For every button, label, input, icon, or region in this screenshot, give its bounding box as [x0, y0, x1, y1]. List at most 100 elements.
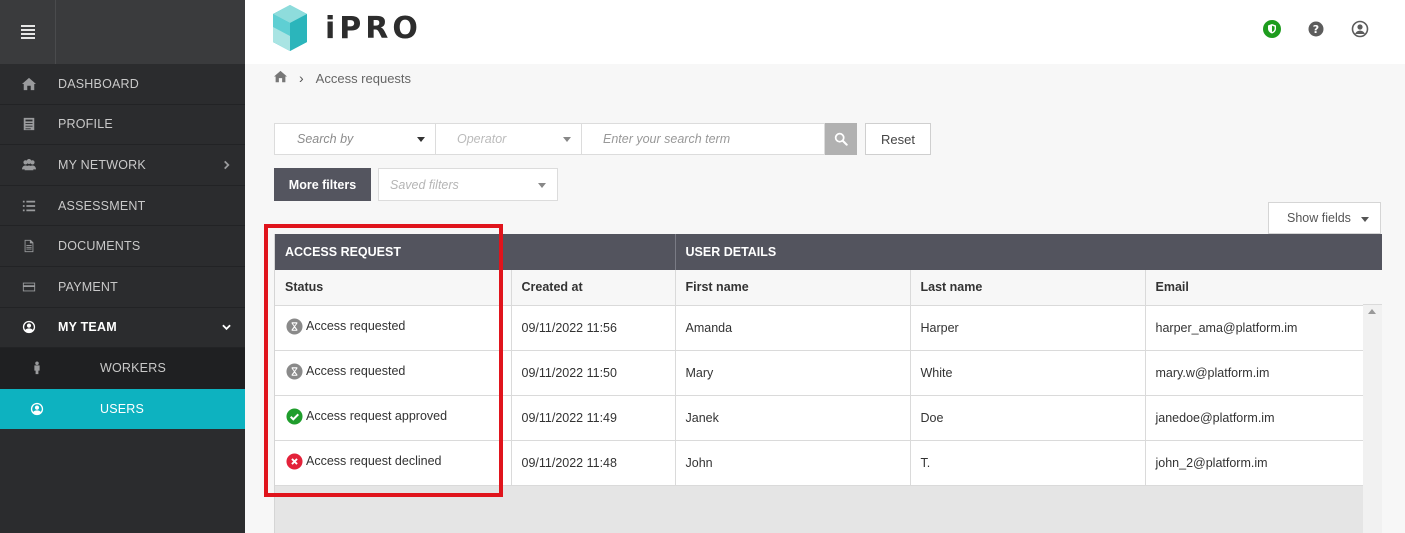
chevron-down-icon [222, 320, 231, 335]
caret-down-icon [417, 137, 425, 142]
ipro-logo-icon [273, 5, 307, 51]
sidebar-item-label: ASSESSMENT [58, 198, 146, 213]
card-icon [0, 280, 58, 294]
status-text: Access request approved [306, 409, 448, 423]
sidebar-item-label: MY NETWORK [58, 157, 146, 172]
status-text: Access requested [306, 319, 406, 333]
shield-status-icon[interactable] [1263, 20, 1281, 38]
breadcrumb-separator: › [299, 70, 304, 86]
hamburger-icon [20, 23, 35, 41]
created-at-cell: 09/11/2022 11:48 [511, 440, 676, 486]
account-icon[interactable] [1351, 20, 1369, 38]
sidebar-item-label: PROFILE [58, 117, 113, 132]
search-input[interactable]: Enter your search term [582, 123, 825, 155]
status-cell: Access request declined [275, 440, 512, 486]
sidebar-item-assessment[interactable]: ASSESSMENT [0, 186, 245, 227]
sidebar-item-documents[interactable]: DOCUMENTS [0, 226, 245, 267]
status-text: Access request declined [306, 454, 442, 468]
search-icon [834, 132, 848, 146]
table-header-filler [1363, 234, 1382, 305]
check-circle-icon [286, 407, 303, 425]
network-icon [0, 158, 58, 172]
saved-filters-value: Saved filters [390, 177, 459, 192]
reset-button[interactable]: Reset [865, 123, 931, 155]
sidebar-top [0, 0, 245, 64]
table-row[interactable]: Access request approved 09/11/2022 11:49… [275, 395, 1364, 441]
search-input-placeholder: Enter your search term [603, 132, 731, 146]
brand-logo[interactable]: iPRO [273, 5, 422, 51]
sidebar-item-dashboard[interactable]: DASHBOARD [0, 64, 245, 105]
brand-name: iPRO [325, 10, 422, 46]
status-cell: Access request approved [275, 395, 512, 441]
table-row[interactable]: Access requested 09/11/2022 11:50 Mary W… [275, 350, 1364, 396]
sidebar-item-label: MY TEAM [58, 320, 117, 335]
table-scrollbar[interactable] [1363, 305, 1382, 533]
created-at-cell: 09/11/2022 11:50 [511, 350, 676, 396]
more-filters-button[interactable]: More filters [274, 168, 371, 201]
caret-down-icon [1361, 217, 1369, 222]
last-name-cell: White [910, 350, 1146, 396]
first-name-cell: John [675, 440, 911, 486]
sidebar-item-payment[interactable]: PAYMENT [0, 267, 245, 308]
search-by-select[interactable]: Search by [274, 123, 436, 155]
sidebar-item-my-team[interactable]: MY TEAM [0, 308, 245, 349]
sidebar: DASHBOARD PROFILE MY NETWORK ASSESSMENT … [0, 0, 245, 533]
column-header-first-name[interactable]: First name [675, 270, 911, 306]
sidebar-item-workers[interactable]: WORKERS [0, 348, 245, 389]
saved-filters-select[interactable]: Saved filters [378, 168, 558, 201]
team-icon [0, 320, 58, 334]
email-cell: harper_ama@platform.im [1145, 305, 1364, 351]
hourglass-icon [286, 362, 303, 380]
help-icon[interactable]: ? [1307, 20, 1325, 38]
search-button[interactable] [825, 123, 857, 155]
table-row[interactable]: Access requested 09/11/2022 11:56 Amanda… [275, 305, 1364, 351]
created-at-cell: 09/11/2022 11:49 [511, 395, 676, 441]
column-header-last-name[interactable]: Last name [910, 270, 1146, 306]
sidebar-item-profile[interactable]: PROFILE [0, 105, 245, 146]
first-name-cell: Janek [675, 395, 911, 441]
table-row[interactable]: Access request declined 09/11/2022 11:48… [275, 440, 1364, 486]
status-cell: Access requested [275, 350, 512, 396]
breadcrumb: › Access requests [274, 70, 411, 86]
group-header-user-details: USER DETAILS [675, 234, 1364, 270]
sidebar-item-label: USERS [100, 402, 145, 417]
access-requests-table: ACCESS REQUEST USER DETAILS Status Creat… [275, 234, 1364, 486]
search-filter-bar: Search by Operator Enter your search ter… [274, 123, 931, 155]
header-actions: ? [1263, 20, 1369, 38]
caret-down-icon [563, 137, 571, 142]
chevron-right-icon [222, 157, 231, 172]
scroll-up-arrow-icon[interactable] [1368, 309, 1376, 314]
last-name-cell: Doe [910, 395, 1146, 441]
sidebar-item-my-network[interactable]: MY NETWORK [0, 145, 245, 186]
operator-value: Operator [457, 132, 507, 146]
home-icon [0, 77, 58, 91]
search-by-value: Search by [297, 132, 354, 146]
show-fields-label: Show fields [1287, 211, 1351, 225]
operator-select[interactable]: Operator [436, 123, 582, 155]
home-icon[interactable] [274, 70, 287, 86]
menu-toggle-button[interactable] [0, 0, 56, 64]
created-at-cell: 09/11/2022 11:56 [511, 305, 676, 351]
email-cell: mary.w@platform.im [1145, 350, 1364, 396]
email-cell: john_2@platform.im [1145, 440, 1364, 486]
hourglass-icon [286, 317, 303, 335]
sidebar-item-users[interactable]: USERS [0, 388, 245, 430]
last-name-cell: Harper [910, 305, 1146, 351]
sidebar-item-label: DOCUMENTS [58, 239, 141, 254]
group-header-access-request: ACCESS REQUEST [275, 234, 676, 270]
show-fields-button[interactable]: Show fields [1268, 202, 1381, 234]
caret-down-icon [538, 183, 546, 188]
access-requests-table-container: ACCESS REQUEST USER DETAILS Status Creat… [274, 234, 1382, 533]
list-icon [0, 199, 58, 213]
worker-icon [0, 361, 100, 375]
top-header: iPRO ? [245, 0, 1405, 64]
column-header-email[interactable]: Email [1145, 270, 1364, 306]
first-name-cell: Mary [675, 350, 911, 396]
column-header-status[interactable]: Status [275, 270, 512, 306]
svg-text:?: ? [1313, 23, 1319, 36]
user-icon [0, 402, 100, 416]
last-name-cell: T. [910, 440, 1146, 486]
status-text: Access requested [306, 364, 406, 378]
sidebar-item-label: WORKERS [100, 361, 166, 376]
column-header-created-at[interactable]: Created at [511, 270, 676, 306]
